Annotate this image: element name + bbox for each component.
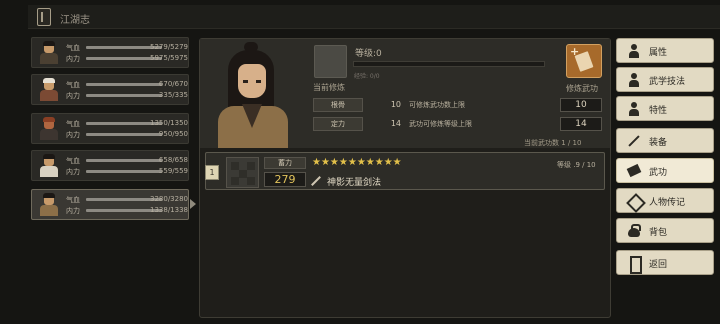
menu-label: 背包 (649, 228, 668, 238)
hp-label: 气血 (66, 44, 80, 52)
person-icon (627, 102, 641, 116)
character-card[interactable]: 气血 670/670 内力 335/335 (31, 74, 189, 105)
hp-value: 3280/3280 (150, 195, 188, 203)
skill-icon (226, 157, 259, 188)
hero-portrait (204, 40, 300, 148)
mp-label: 内力 (66, 207, 80, 215)
stat-value: 14 (390, 119, 401, 128)
sword-icon (310, 175, 322, 187)
grid-icon (627, 194, 641, 208)
character-portrait-icon (38, 41, 60, 65)
skill-type: 蓄力 (264, 157, 306, 169)
menu-skills-button[interactable]: 武功 (616, 158, 714, 183)
stat-number: 10 (560, 98, 602, 112)
mp-value: 335/335 (158, 91, 188, 99)
hp-label: 气血 (66, 157, 80, 165)
menu-label: 武功 (649, 168, 668, 178)
current-practice-slot[interactable] (314, 45, 347, 78)
current-practice-label: 当前修炼 (313, 83, 345, 92)
stat-row: 根骨 10 可修炼武功数上限 10 (313, 98, 603, 112)
menu-label: 属性 (649, 48, 668, 58)
hp-value: 670/670 (158, 80, 188, 88)
menu-traits-button[interactable]: 特性 (616, 96, 714, 121)
menu-label: 返回 (649, 260, 668, 270)
stat-name: 定力 (313, 117, 363, 131)
menu-label: 武学技法 (649, 77, 686, 87)
character-card[interactable]: 气血 5279/5279 内力 5975/5975 (31, 37, 189, 68)
skill-index-badge: 1 (205, 165, 219, 180)
character-portrait-icon (38, 78, 60, 102)
book-icon (627, 164, 641, 178)
person-icon (627, 44, 641, 58)
mp-value: 5975/5975 (150, 54, 188, 62)
page-title: 江湖志 (60, 15, 90, 26)
selection-arrow-icon (190, 199, 196, 209)
mp-value: 559/559 (158, 167, 188, 175)
character-portrait-icon (38, 154, 60, 178)
exp-bar (353, 61, 545, 67)
hp-value: 5279/5279 (150, 43, 188, 51)
hp-value: 1350/1350 (150, 119, 188, 127)
character-card-selected[interactable]: 气血 3280/3280 内力 1338/1338 (31, 189, 189, 220)
stat-number: 14 (560, 117, 602, 131)
menu-bag-button[interactable]: 背包 (616, 218, 714, 243)
stat-name: 根骨 (313, 98, 363, 112)
sword-icon (627, 134, 641, 148)
skill-name: 神影无量剑法 (327, 178, 382, 188)
stat-desc: 武功可修炼等级上限 (409, 120, 472, 128)
exp-text: 经验: 0/0 (354, 73, 380, 80)
character-portrait-icon (38, 117, 60, 141)
mp-label: 内力 (66, 168, 80, 176)
mp-label: 内力 (66, 55, 80, 63)
mp-value: 950/950 (158, 130, 188, 138)
skill-count: 当前武功数 1 / 10 (524, 139, 582, 147)
skill-stars: ★★★★★★★★★★ (312, 157, 402, 168)
stat-row: 定力 14 武功可修炼等级上限 14 (313, 117, 603, 131)
character-card[interactable]: 气血 658/658 内力 559/559 (31, 150, 189, 181)
stat-desc: 可修炼武功数上限 (409, 101, 465, 109)
hp-value: 658/658 (158, 156, 188, 164)
mp-label: 内力 (66, 92, 80, 100)
character-portrait-icon (38, 193, 60, 217)
menu-equipment-button[interactable]: 装备 (616, 128, 714, 153)
title-bar: 江湖志 (28, 5, 720, 29)
character-card[interactable]: 气血 1350/1350 内力 950/950 (31, 113, 189, 144)
menu-label: 特性 (649, 106, 668, 116)
menu-martial-techniques-button[interactable]: 武学技法 (616, 67, 714, 92)
practice-skill-label: 修炼武功 (566, 84, 598, 93)
menu-biography-button[interactable]: 人物传记 (616, 188, 714, 213)
practice-skill-button[interactable]: + (566, 44, 602, 78)
level-label: 等级:0 (355, 49, 382, 59)
hp-label: 气血 (66, 120, 80, 128)
menu-attributes-button[interactable]: 属性 (616, 38, 714, 63)
menu-label: 人物传记 (649, 198, 686, 208)
hp-label: 气血 (66, 81, 80, 89)
skill-power: 279 (264, 172, 306, 187)
mp-value: 1338/1338 (150, 206, 188, 214)
stat-value: 10 (390, 100, 401, 109)
person-icon (627, 73, 641, 87)
hp-label: 气血 (66, 196, 80, 204)
skill-level: 等级 .9 / 10 (557, 161, 596, 169)
bag-icon (627, 224, 641, 238)
menu-back-button[interactable]: 返回 (616, 250, 714, 275)
mp-label: 内力 (66, 131, 80, 139)
book-icon (37, 8, 51, 26)
menu-label: 装备 (649, 138, 668, 148)
door-icon (627, 256, 642, 274)
